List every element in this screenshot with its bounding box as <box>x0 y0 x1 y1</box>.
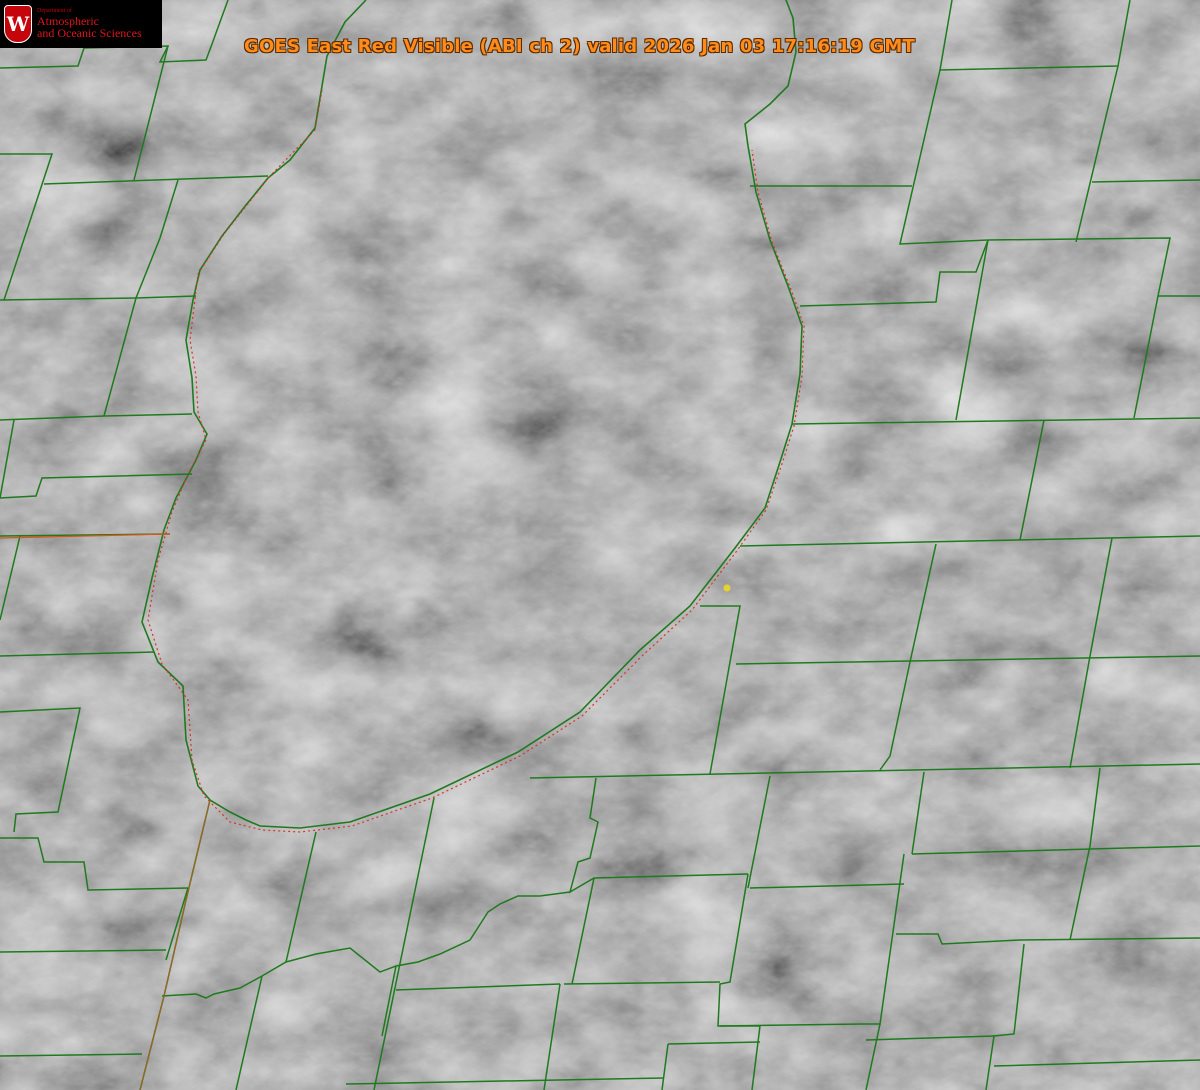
logo-text: Department of Atmospheric and Oceanic Sc… <box>37 8 142 39</box>
uw-crest-icon: W <box>4 5 32 43</box>
image-title: GOES East Red Visible (ABI ch 2) valid 2… <box>244 36 916 57</box>
logo-line-2: and Oceanic Sciences <box>37 26 142 41</box>
location-marker <box>723 584 731 592</box>
aos-logo: W Department of Atmospheric and Oceanic … <box>0 0 162 48</box>
satellite-image <box>0 0 1200 1090</box>
